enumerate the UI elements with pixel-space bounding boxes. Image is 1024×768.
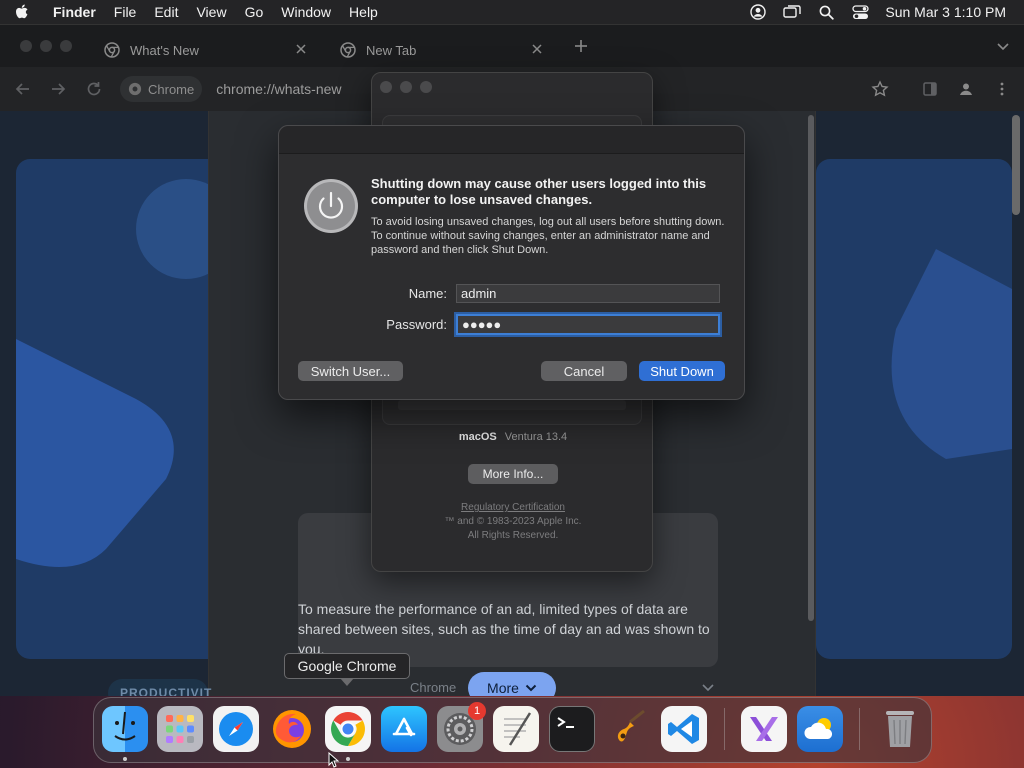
spotlight-search-icon[interactable] (817, 3, 835, 21)
chrome-logo-icon (128, 82, 142, 96)
power-icon (304, 179, 358, 233)
window-scrollbar-thumb[interactable] (1012, 115, 1020, 215)
trash-icon[interactable] (877, 706, 923, 752)
dialog-title: Shutting down may cause other users logg… (371, 176, 707, 207)
user-account-icon[interactable] (749, 3, 767, 21)
about-window-controls (380, 81, 440, 93)
tab-label: New Tab (366, 42, 417, 58)
decorative-shapes-left (16, 159, 226, 659)
expand-chevron-icon[interactable] (700, 679, 716, 695)
chrome-menu-kebab-icon[interactable] (993, 80, 1011, 98)
zoom-window-button[interactable] (60, 40, 72, 52)
more-button-label: More (487, 680, 519, 696)
os-version: Ventura 13.4 (504, 431, 568, 443)
apple-menu-icon[interactable] (14, 0, 36, 24)
safari-icon[interactable] (213, 706, 259, 752)
site-chip-label: Chrome (148, 81, 195, 97)
chrome-favicon-icon (104, 42, 120, 58)
menu-app-name[interactable]: Finder (53, 4, 96, 20)
tab-whats-new[interactable]: What's New (90, 33, 320, 67)
copyright-text: ™ and © 1983-2023 Apple Inc. (444, 516, 582, 527)
screen-mirroring-icon[interactable] (783, 3, 802, 21)
dock-tooltip: Google Chrome (284, 653, 410, 679)
rights-text: All Rights Reserved. (467, 530, 559, 541)
shut-down-button[interactable]: Shut Down (639, 361, 725, 381)
vscode-icon[interactable] (661, 706, 707, 752)
dock-separator (724, 708, 725, 750)
mouse-cursor-icon (328, 752, 340, 768)
tooltip-arrow (340, 678, 354, 686)
chevron-down-icon (525, 684, 537, 692)
forward-arrow-icon[interactable] (49, 80, 67, 98)
about-zoom-button[interactable] (420, 81, 432, 93)
menu-bar: Finder File Edit View Go Window Help Sun… (0, 0, 1024, 24)
control-center-icon[interactable] (851, 3, 869, 21)
garageband-icon[interactable] (605, 706, 651, 752)
tab-label: What's New (130, 42, 199, 58)
decorative-shapes-right (816, 159, 1012, 659)
page-scrollbar-thumb[interactable] (808, 115, 814, 621)
privacy-sandbox-description: To measure the performance of an ad, lim… (298, 601, 710, 657)
os-name: macOS (458, 431, 497, 443)
menu-file[interactable]: File (114, 4, 137, 20)
site-info-chip[interactable]: Chrome (120, 76, 203, 102)
password-label: Password: (386, 317, 447, 332)
close-tab-icon[interactable] (530, 42, 544, 56)
shutdown-dialog: Shutting down may cause other users logg… (278, 125, 745, 400)
about-progress-bar (398, 400, 626, 410)
finder-icon[interactable] (102, 706, 148, 752)
dialog-titlebar (279, 126, 744, 154)
url-text[interactable]: chrome://whats-new (216, 81, 341, 97)
os-version-line: macOS Ventura 13.4 (372, 431, 654, 443)
menu-view[interactable]: View (196, 4, 226, 20)
tab-new-tab[interactable]: New Tab (326, 33, 556, 67)
menu-clock[interactable]: Sun Mar 3 1:10 PM (885, 4, 1006, 20)
regulatory-certification-link[interactable]: Regulatory Certification (372, 501, 654, 515)
switch-user-button[interactable]: Switch User... (298, 361, 403, 381)
new-tab-plus-icon[interactable] (572, 37, 590, 55)
chrome-faded-label: Chrome (410, 680, 457, 695)
back-arrow-icon[interactable] (14, 80, 32, 98)
close-window-button[interactable] (20, 40, 32, 52)
productivity-category-chip[interactable]: PRODUCTIVIT (108, 679, 211, 696)
menu-window[interactable]: Window (281, 4, 331, 20)
finder-running-dot (123, 757, 127, 761)
dock (93, 697, 932, 763)
tab-strip: What's New New Tab (0, 25, 1024, 67)
about-legal-text: Regulatory Certification ™ and © 1983-20… (372, 501, 654, 543)
profile-icon[interactable] (957, 80, 975, 98)
window-controls (20, 40, 80, 52)
close-tab-icon[interactable] (294, 42, 308, 56)
chrome-running-dot (346, 757, 350, 761)
minimize-window-button[interactable] (40, 40, 52, 52)
about-close-button[interactable] (380, 81, 392, 93)
tab-search-chevron-icon[interactable] (994, 37, 1012, 55)
textedit-icon[interactable] (493, 706, 539, 752)
about-minimize-button[interactable] (400, 81, 412, 93)
bookmark-star-icon[interactable] (871, 80, 889, 98)
more-button[interactable]: More (468, 672, 556, 696)
weather-icon[interactable] (797, 706, 843, 752)
name-label: Name: (408, 286, 447, 301)
side-panel-icon[interactable] (921, 80, 939, 98)
cancel-button[interactable]: Cancel (541, 361, 627, 381)
app-store-icon[interactable] (381, 706, 427, 752)
more-info-button[interactable]: More Info... (468, 464, 558, 484)
dialog-message: To avoid losing unsaved changes, log out… (371, 216, 725, 256)
terminal-icon[interactable] (549, 706, 595, 752)
visual-studio-icon[interactable] (741, 706, 787, 752)
name-field[interactable] (456, 284, 720, 303)
dock-separator (859, 708, 860, 750)
chrome-favicon-icon (340, 42, 356, 58)
menu-edit[interactable]: Edit (154, 4, 178, 20)
firefox-icon[interactable] (269, 706, 315, 752)
menu-go[interactable]: Go (245, 4, 264, 20)
launchpad-icon[interactable] (157, 706, 203, 752)
chrome-icon[interactable] (325, 706, 371, 752)
menu-help[interactable]: Help (349, 4, 378, 20)
password-field[interactable]: ●●●●● (456, 314, 720, 335)
reload-icon[interactable] (85, 80, 103, 98)
settings-notification-badge: 1 (468, 702, 486, 720)
